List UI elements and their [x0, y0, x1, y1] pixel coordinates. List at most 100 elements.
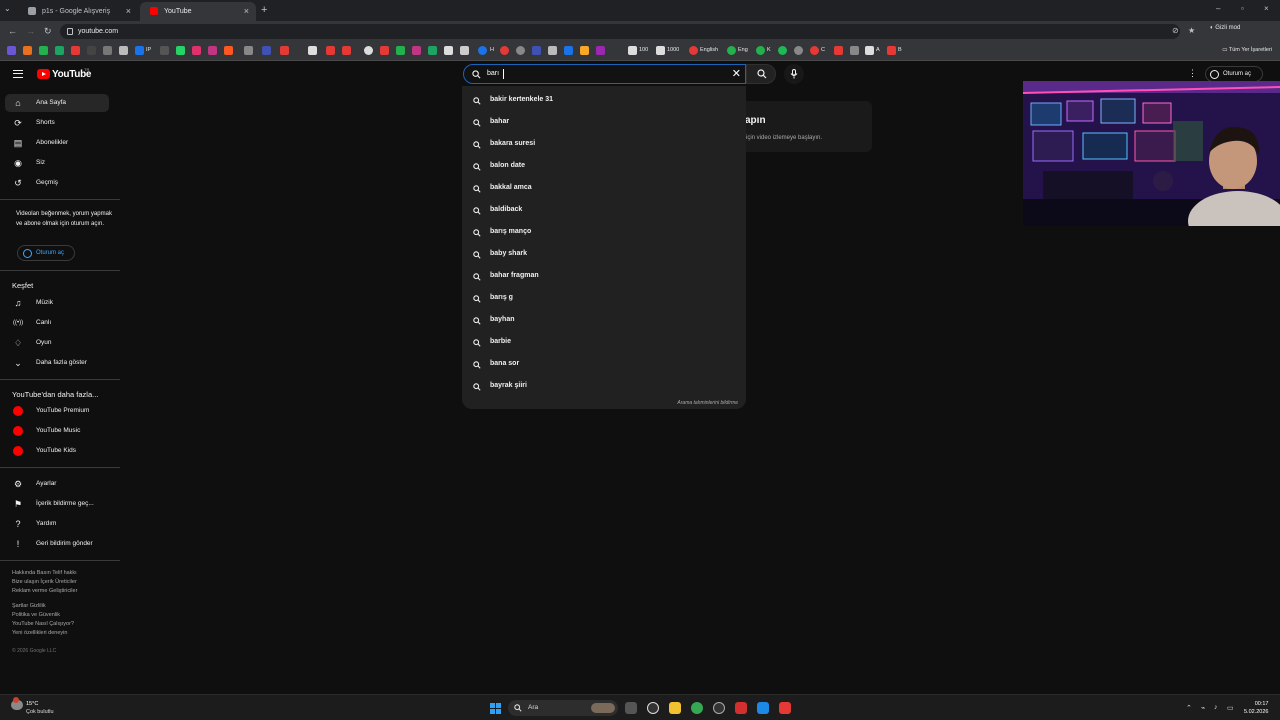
- bookmark-icon[interactable]: [23, 46, 32, 55]
- sidebar-item-youtube-premium[interactable]: YouTube Premium: [5, 402, 109, 420]
- bookmark-label[interactable]: K: [767, 47, 771, 53]
- maximize-icon[interactable]: ▫: [1241, 4, 1244, 13]
- sidebar-item-live[interactable]: ((•)) Canlı: [5, 314, 109, 332]
- bookmark-icon[interactable]: [71, 46, 80, 55]
- bookmark-icon[interactable]: [244, 46, 253, 55]
- clear-search-icon[interactable]: ✕: [732, 67, 741, 80]
- footer-links[interactable]: Şartlar Gizlilik: [12, 602, 46, 611]
- obs-icon[interactable]: [713, 702, 725, 714]
- new-tab-icon[interactable]: +: [261, 4, 267, 16]
- weather-icon[interactable]: [11, 697, 23, 710]
- address-bar[interactable]: youtube.com: [60, 24, 1180, 39]
- sidebar-item-youtube-kids[interactable]: YouTube Kids: [5, 442, 109, 460]
- bookmark-icon[interactable]: [192, 46, 201, 55]
- suggestion-item[interactable]: barbie: [462, 332, 746, 354]
- suggestion-item[interactable]: baby shark: [462, 244, 746, 266]
- sidebar-item-history[interactable]: ↺ Geçmiş: [5, 174, 109, 192]
- sidebar-item-home[interactable]: ⌂ Ana Sayfa: [5, 94, 109, 112]
- suggestion-item[interactable]: bayrak şiiri: [462, 376, 746, 398]
- bookmark-icon[interactable]: [727, 46, 736, 55]
- speaker-icon[interactable]: ♪: [1214, 704, 1218, 711]
- close-window-icon[interactable]: ×: [1264, 4, 1269, 13]
- sidebar-item-shorts[interactable]: ⟳ Shorts: [5, 114, 109, 132]
- suggestion-item[interactable]: balon date: [462, 156, 746, 178]
- suggestion-item[interactable]: bayhan: [462, 310, 746, 332]
- more-options-icon[interactable]: ⋮: [1188, 68, 1197, 79]
- report-suggestions-link[interactable]: Arama tahminlerini bildirme: [677, 400, 738, 406]
- suggestion-item[interactable]: bana sor: [462, 354, 746, 376]
- tab-search-icon[interactable]: ⌄: [4, 4, 11, 13]
- bookmark-icon[interactable]: [308, 46, 317, 55]
- bookmark-icon[interactable]: [532, 46, 541, 55]
- bookmark-label[interactable]: 1000: [667, 47, 679, 53]
- sidebar-item-youtube-music[interactable]: YouTube Music: [5, 422, 109, 440]
- bookmark-icon[interactable]: [865, 46, 874, 55]
- bookmark-label[interactable]: B: [898, 47, 902, 53]
- chrome-icon[interactable]: [691, 702, 703, 714]
- bookmark-icon[interactable]: [628, 46, 637, 55]
- footer-links[interactable]: Bize ulaşın İçerik Üreticiler: [12, 578, 77, 587]
- bookmark-icon[interactable]: [850, 46, 859, 55]
- close-tab-icon[interactable]: ×: [244, 6, 249, 16]
- suggestion-item[interactable]: bakir kertenkele 31: [462, 90, 746, 112]
- bookmark-icon[interactable]: [208, 46, 217, 55]
- bookmark-icon[interactable]: [580, 46, 589, 55]
- sidebar-item-you[interactable]: ◉ Siz: [5, 154, 109, 172]
- hamburger-menu-icon[interactable]: [13, 70, 23, 78]
- search-button[interactable]: [746, 64, 776, 84]
- tab-youtube[interactable]: YouTube ×: [140, 2, 256, 21]
- footer-links[interactable]: Reklam verme Geliştiriciler: [12, 587, 77, 596]
- bookmark-label[interactable]: Eng: [738, 47, 748, 53]
- settings-app-icon[interactable]: [647, 702, 659, 714]
- battery-icon[interactable]: ▭: [1227, 704, 1234, 712]
- sidebar-item-subscriptions[interactable]: ▤ Abonelikler: [5, 134, 109, 152]
- sidebar-item-show-more[interactable]: ⌄ Daha fazla göster: [5, 354, 109, 372]
- bookmark-icon[interactable]: [262, 46, 271, 55]
- bookmark-icon[interactable]: [103, 46, 112, 55]
- bookmark-icon[interactable]: [548, 46, 557, 55]
- header-signin-button[interactable]: Oturum aç: [1205, 66, 1263, 82]
- bookmark-icon[interactable]: [7, 46, 16, 55]
- network-icon[interactable]: ⌁: [1201, 704, 1205, 712]
- all-bookmarks-button[interactable]: ▭ Tüm Yer İşaretleri: [1222, 47, 1272, 53]
- footer-links[interactable]: Politika ve Güvenlik: [12, 611, 60, 620]
- taskbar-search-input[interactable]: Ara: [508, 700, 618, 716]
- eye-off-icon[interactable]: ⊘: [1172, 26, 1179, 35]
- bookmark-icon[interactable]: [478, 46, 487, 55]
- bookmark-icon[interactable]: [756, 46, 765, 55]
- bookmark-icon[interactable]: [689, 46, 698, 55]
- bookmark-icon[interactable]: [810, 46, 819, 55]
- bookmark-icon[interactable]: [280, 46, 289, 55]
- bookmark-icon[interactable]: [135, 46, 144, 55]
- app-icon[interactable]: [757, 702, 769, 714]
- bookmark-icon[interactable]: [887, 46, 896, 55]
- suggestion-item[interactable]: barış g: [462, 288, 746, 310]
- bookmark-icon[interactable]: [444, 46, 453, 55]
- voice-search-button[interactable]: [784, 64, 804, 84]
- site-info-icon[interactable]: [67, 28, 73, 35]
- bookmark-icon[interactable]: [396, 46, 405, 55]
- suggestion-item[interactable]: bakkal amca: [462, 178, 746, 200]
- bookmark-icon[interactable]: [87, 46, 96, 55]
- sidebar-item-music[interactable]: ♫ Müzik: [5, 294, 109, 312]
- bookmark-icon[interactable]: [428, 46, 437, 55]
- bookmark-icon[interactable]: [224, 46, 233, 55]
- bookmark-icon[interactable]: [834, 46, 843, 55]
- bookmark-icon[interactable]: [778, 46, 787, 55]
- tab-google-shopping[interactable]: p1s - Google Alışveriş ×: [18, 2, 138, 21]
- bookmark-label[interactable]: English: [700, 47, 718, 53]
- bookmark-icon[interactable]: [364, 46, 373, 55]
- bookmark-label[interactable]: A: [876, 47, 880, 53]
- weather-condition[interactable]: Çok bulutlu: [26, 709, 54, 715]
- bookmark-icon[interactable]: [326, 46, 335, 55]
- suggestion-item[interactable]: bahar fragman: [462, 266, 746, 288]
- bookmark-label[interactable]: H: [490, 47, 494, 53]
- suggestion-item[interactable]: bakara suresi: [462, 134, 746, 156]
- sidebar-signin-button[interactable]: Oturum aç: [17, 245, 75, 261]
- bookmark-icon[interactable]: [380, 46, 389, 55]
- sidebar-item-settings[interactable]: ⚙ Ayarlar: [5, 475, 109, 493]
- footer-links[interactable]: Hakkında Basın Telif hakkı: [12, 569, 77, 578]
- suggestion-item[interactable]: barış manço: [462, 222, 746, 244]
- bookmark-icon[interactable]: [564, 46, 573, 55]
- bookmark-label[interactable]: 100: [639, 47, 648, 53]
